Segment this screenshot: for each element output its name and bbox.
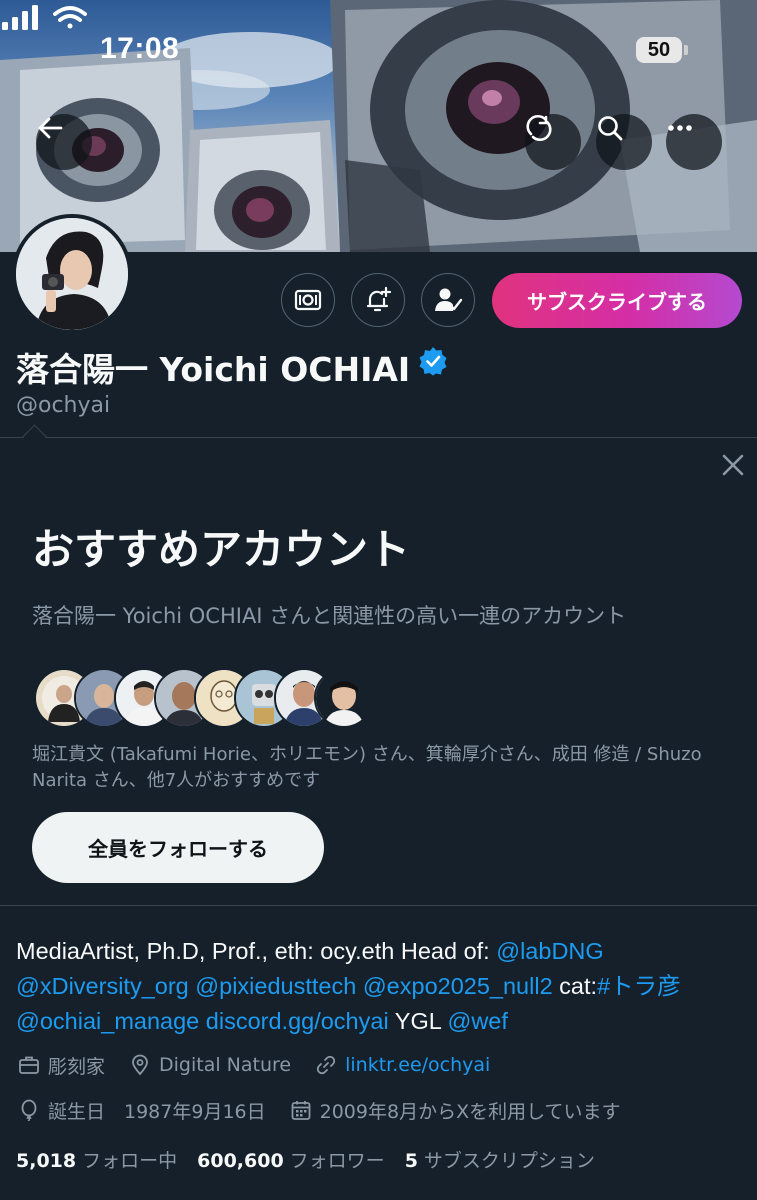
location-pin-icon xyxy=(132,1054,148,1076)
recommended-avatar[interactable] xyxy=(314,668,374,728)
profile-meta-row: 誕生日 1987年9月16日 2009年8月からXを利用しています xyxy=(18,1095,645,1125)
divider xyxy=(0,437,757,438)
arrow-left-icon xyxy=(38,117,63,139)
followers-label: フォロワー xyxy=(289,1150,385,1172)
link-icon xyxy=(316,1055,336,1075)
followers-count: 600,600 xyxy=(197,1150,284,1172)
following-icon xyxy=(435,288,463,311)
profile-meta-row: 彫刻家 Digital Nature linktr.ee/ochyai xyxy=(18,1050,514,1080)
search-icon xyxy=(598,116,623,141)
meta-website-link[interactable]: linktr.ee/ochyai xyxy=(345,1054,490,1076)
bio-mention-link[interactable]: @labDNG xyxy=(496,938,603,964)
more-button[interactable] xyxy=(666,114,722,170)
recommended-people-text: 堀江貴文 (Takafumi Horie、ホリエモン) さん、箕輪厚介さん、成田… xyxy=(32,744,702,791)
meta-joined-text: 2009年8月からXを利用しています xyxy=(319,1100,621,1123)
notification-add-icon xyxy=(366,286,392,312)
avatar-image xyxy=(16,218,128,330)
bio-line: @xDiversity_org @pixiedusttech @expo2025… xyxy=(16,969,746,1004)
subscriptions-stat[interactable]: 5 サブスクリプション xyxy=(405,1146,595,1173)
status-indicators xyxy=(2,5,87,30)
followers-stat[interactable]: 600,600 フォロワー xyxy=(197,1146,385,1173)
bio-mention-link[interactable]: @wef xyxy=(447,1008,507,1034)
status-time: 17:08 xyxy=(100,32,180,65)
subscription-button[interactable] xyxy=(281,273,335,327)
meta-birthday: 誕生日 1987年9月16日 xyxy=(18,1097,266,1124)
display-name: 落合陽一 Yoichi OCHIAI xyxy=(16,350,411,389)
following-stat[interactable]: 5,018 フォロー中 xyxy=(16,1146,177,1173)
divider xyxy=(0,905,757,906)
bio-text: YGL xyxy=(388,1008,448,1034)
profile-stats: 5,018 フォロー中 600,600 フォロワー 5 サブスクリプション xyxy=(16,1146,615,1173)
following-count: 5,018 xyxy=(16,1150,77,1172)
bio-mention-link[interactable]: @pixiedusttech xyxy=(195,973,356,999)
following-button[interactable] xyxy=(421,273,475,327)
briefcase-icon xyxy=(19,1056,39,1074)
battery-tip xyxy=(684,45,688,55)
cellular-signal-icon xyxy=(2,5,38,30)
card-pointer xyxy=(22,424,47,449)
meta-location: Digital Nature xyxy=(129,1054,291,1076)
notification-button[interactable] xyxy=(351,273,405,327)
bio-line: MediaArtist, Ph.D, Prof., eth: ocy.eth H… xyxy=(16,934,746,969)
subscriptions-label: サブスクリプション xyxy=(423,1150,595,1172)
wifi-icon xyxy=(53,6,87,29)
balloon-icon xyxy=(21,1099,37,1121)
meta-job-text: 彫刻家 xyxy=(48,1055,106,1078)
bio-mention-link[interactable]: @xDiversity_org xyxy=(16,973,189,999)
meta-website[interactable]: linktr.ee/ochyai xyxy=(315,1054,490,1076)
bio-text: cat: xyxy=(552,973,598,999)
recommendations-subtitle: 落合陽一 Yoichi OCHIAI さんと関連性の高い一連のアカウント xyxy=(32,604,627,628)
recommended-avatars[interactable] xyxy=(34,668,374,728)
back-button[interactable] xyxy=(36,114,92,170)
meta-location-text: Digital Nature xyxy=(159,1054,292,1076)
meta-joined: 2009年8月からXを利用しています xyxy=(290,1097,621,1124)
bio-mention-link[interactable]: @ochiai_manage xyxy=(16,1008,199,1034)
profile-handle: @ochyai xyxy=(16,393,111,418)
bio-url-link[interactable]: discord.gg/ochyai xyxy=(206,1008,389,1034)
follow-all-button[interactable]: 全員をフォローする xyxy=(32,812,324,883)
profile-banner[interactable]: 17:08 50 xyxy=(0,0,757,252)
calendar-icon xyxy=(291,1101,311,1120)
verified-badge-icon[interactable] xyxy=(418,346,448,376)
bio-text: MediaArtist, Ph.D, Prof., eth: ocy.eth H… xyxy=(16,938,497,964)
refresh-button[interactable] xyxy=(525,114,581,170)
bio-line: @ochiai_manage discord.gg/ochyai YGL @we… xyxy=(16,1004,746,1039)
bio-hashtag-link[interactable]: #トラ彦 xyxy=(597,973,681,999)
profile-avatar[interactable] xyxy=(12,214,132,334)
avatar-image xyxy=(316,670,372,726)
meta-job: 彫刻家 xyxy=(18,1052,105,1079)
following-label: フォロー中 xyxy=(82,1150,178,1172)
battery-indicator: 50 xyxy=(636,37,682,63)
bio-mention-link[interactable]: @expo2025_null2 xyxy=(363,973,553,999)
refresh-icon xyxy=(526,114,552,142)
close-icon[interactable] xyxy=(720,452,746,478)
search-button[interactable] xyxy=(596,114,652,170)
profile-bio: MediaArtist, Ph.D, Prof., eth: ocy.eth H… xyxy=(16,934,746,1039)
recommendations-title: おすすめアカウント xyxy=(32,525,411,574)
subscriptions-count: 5 xyxy=(404,1150,418,1172)
subscribe-button[interactable]: サブスクライブする xyxy=(492,273,742,328)
meta-birthday-text: 誕生日 1987年9月16日 xyxy=(48,1100,266,1123)
subscription-icon xyxy=(294,289,322,311)
more-icon xyxy=(668,125,692,131)
